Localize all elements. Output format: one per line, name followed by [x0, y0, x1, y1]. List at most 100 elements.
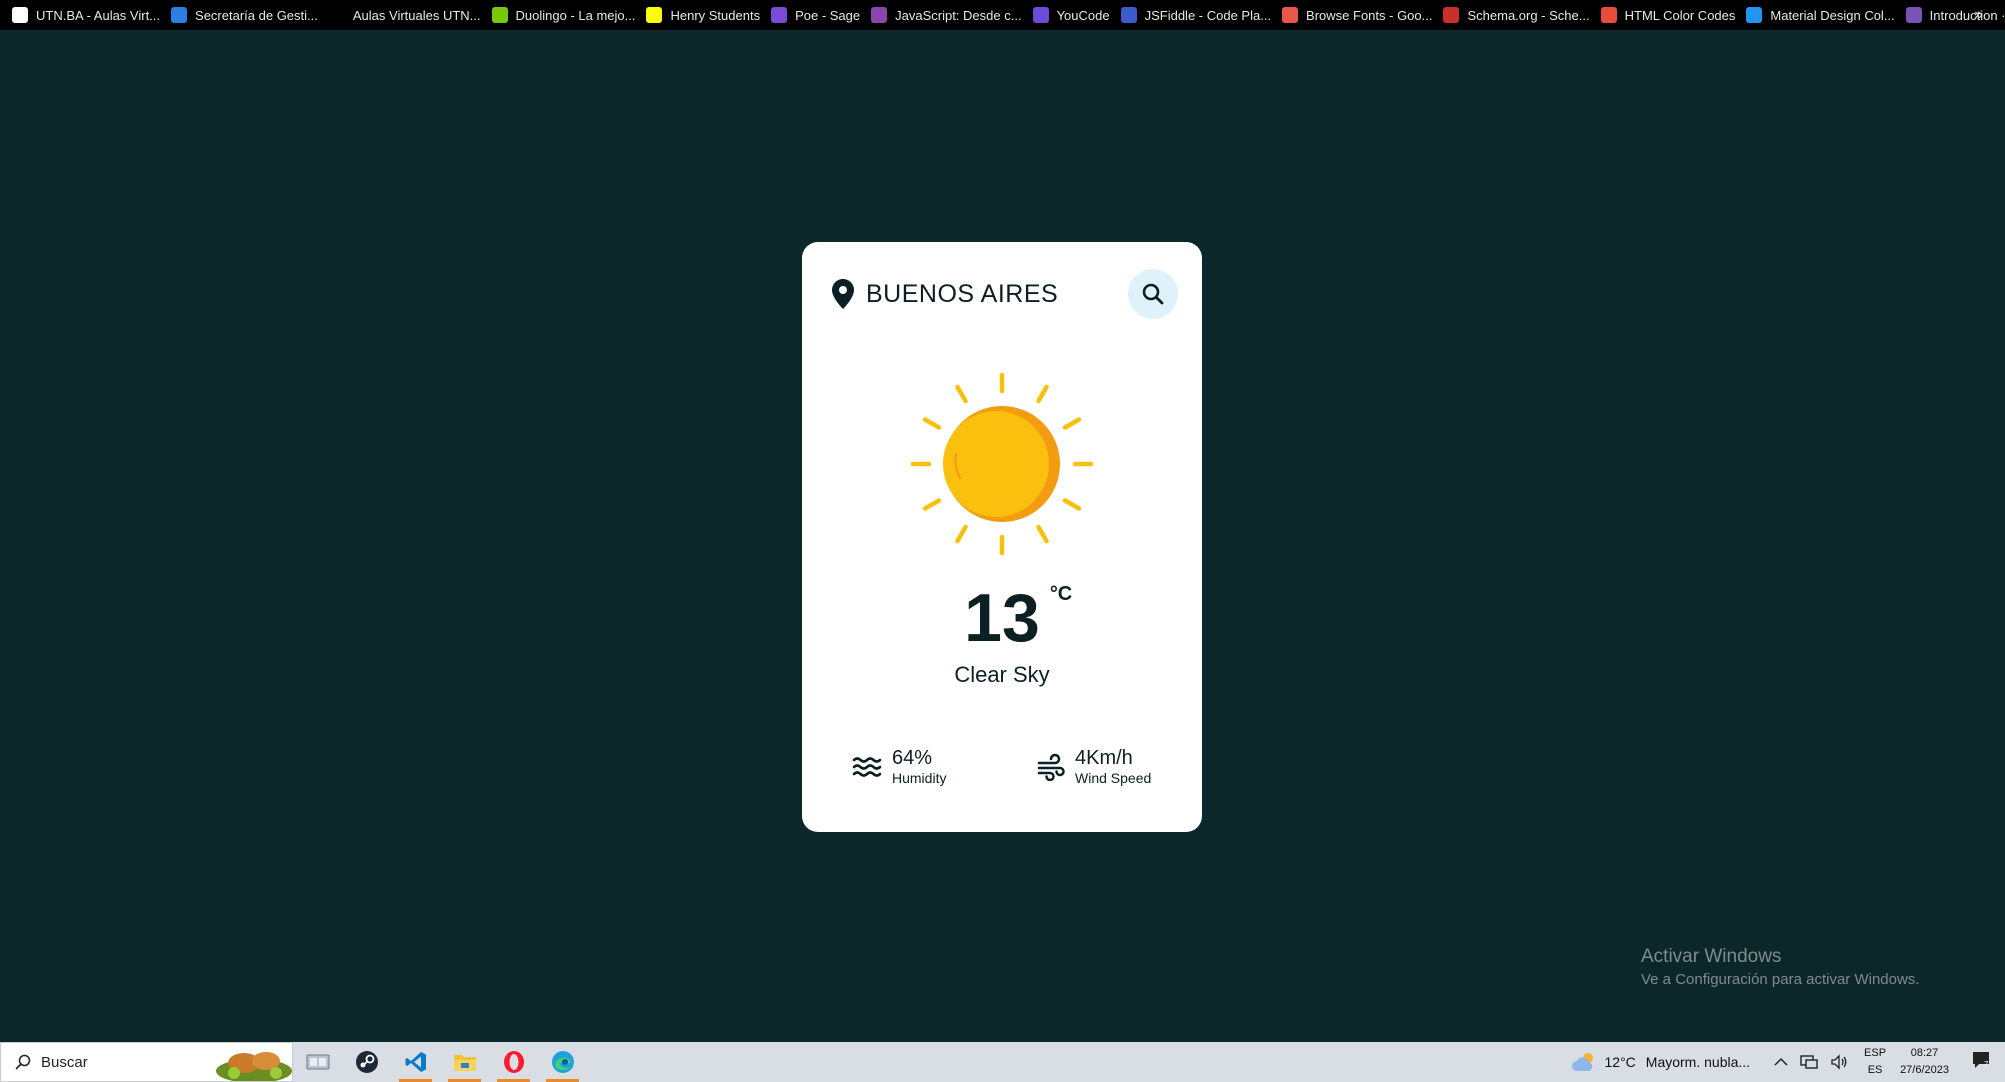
bookmark-item[interactable]: Aulas Virtuales UTN...	[328, 0, 492, 30]
task-view-icon	[306, 1054, 329, 1070]
bookmark-label: HTML Color Codes	[1624, 7, 1736, 23]
humidity-waves-icon	[852, 757, 882, 777]
notification-center-button[interactable]: 7	[1971, 1050, 1991, 1075]
bookmark-label: Secretaría de Gesti...	[195, 7, 318, 23]
tray-weather-text: Mayorm. nubla...	[1645, 1054, 1751, 1070]
taskbar-file-explorer[interactable]	[440, 1042, 489, 1082]
volume-button[interactable]	[1830, 1054, 1848, 1070]
bookmarks-overflow-icon[interactable]: »	[1974, 0, 1983, 30]
tray-weather-temp: 12°C	[1604, 1054, 1636, 1070]
taskbar-vscode[interactable]	[391, 1042, 440, 1082]
jsfiddle-icon	[1120, 7, 1137, 23]
bookmark-item[interactable]: Browse Fonts - Goo...	[1282, 0, 1443, 30]
bookmark-label: YouCode	[1056, 7, 1110, 23]
wind-label: Wind Speed	[1075, 770, 1152, 786]
bookmark-label: Material Design Col...	[1770, 7, 1895, 23]
watermark-title: Activar Windows	[1641, 946, 1782, 967]
poe-icon	[771, 7, 788, 23]
system-tray: 12°C Mayorm. nubla... ESP ES 08:27 27/6/…	[1571, 1042, 2005, 1082]
temperature-value: 13 °C	[964, 580, 1072, 656]
weather-card: BUENOS AIRES 13 °C Clear Sky 64% Humidit…	[802, 242, 1202, 832]
bookmark-item[interactable]: Introduction · Boots...	[1905, 0, 2005, 30]
notification-count: 7	[1984, 1060, 1989, 1069]
wind-icon	[1037, 753, 1065, 781]
task-view-button[interactable]	[293, 1042, 342, 1082]
bookmark-label: Schema.org - Sche...	[1467, 7, 1590, 23]
material-icon	[1746, 7, 1763, 23]
edge-icon	[551, 1051, 574, 1073]
show-hidden-icons-button[interactable]	[1774, 1057, 1788, 1067]
clock-date: 27/6/2023	[1900, 1064, 1949, 1076]
folder-icon	[453, 1055, 476, 1071]
taskbar-search[interactable]: Buscar	[0, 1042, 293, 1082]
weather-description: Clear Sky	[954, 662, 1050, 687]
google-fonts-icon	[1282, 7, 1299, 23]
watermark-subtitle: Ve a Configuración para activar Windows.	[1641, 971, 1920, 988]
bookmark-label: Browse Fonts - Goo...	[1306, 7, 1433, 23]
bookmark-label: Duolingo - La mejo...	[515, 7, 636, 23]
taskbar: Buscar 12°C Mayorm. nubla... ESP ES 08:2…	[0, 1042, 2005, 1082]
temperature-block: 13 °C	[802, 582, 1202, 654]
bookmark-label: JSFiddle - Code Pla...	[1144, 7, 1272, 23]
duolingo-icon	[491, 7, 508, 23]
bookmark-item[interactable]: Duolingo - La mejo...	[491, 0, 647, 30]
humidity-value: 64%	[892, 747, 933, 769]
bookmark-item[interactable]: UTN.BA - Aulas Virt...	[12, 0, 171, 30]
city-name: BUENOS AIRES	[866, 279, 1059, 308]
youcode-icon	[1032, 7, 1049, 23]
bookmark-label: Poe - Sage	[795, 7, 861, 23]
vscode-icon	[405, 1052, 426, 1072]
language-code: ESP	[1864, 1047, 1887, 1059]
network-button[interactable]	[1800, 1054, 1818, 1070]
bookmark-item[interactable]: Poe - Sage	[771, 0, 871, 30]
bookmark-item[interactable]: Henry Students	[646, 0, 771, 30]
bookmark-item[interactable]: HTML Color Codes	[1600, 0, 1747, 30]
taskbar-search-placeholder: Buscar	[41, 1053, 88, 1071]
bookmark-item[interactable]: JSFiddle - Code Pla...	[1120, 0, 1282, 30]
clock-time: 08:27	[1910, 1047, 1939, 1059]
input-language[interactable]: ESP ES	[1864, 1045, 1886, 1079]
bookmark-item[interactable]: YouCode	[1032, 0, 1121, 30]
speaker-icon	[1831, 1054, 1847, 1070]
taskbar-opera[interactable]	[489, 1042, 538, 1082]
clock[interactable]: 08:27 27/6/2023	[1900, 1045, 1949, 1079]
bookmark-label: Henry Students	[670, 7, 761, 23]
outlook-icon	[171, 7, 188, 23]
search-icon	[1142, 283, 1164, 305]
location-row: BUENOS AIRES	[832, 269, 1178, 319]
course-icon	[871, 7, 888, 23]
bookmark-label: Aulas Virtuales UTN...	[352, 7, 481, 23]
steam-icon	[355, 1051, 378, 1073]
keyboard-layout: ES	[1867, 1064, 1883, 1076]
activate-windows-watermark: Activar Windows Ve a Configuración para …	[1641, 944, 1919, 990]
bookmark-label: JavaScript: Desde c...	[895, 7, 1022, 23]
taskbar-edge[interactable]	[538, 1042, 587, 1082]
page-icon	[12, 7, 28, 23]
notification-icon: 7	[1973, 1051, 1989, 1069]
bookmark-label: UTN.BA - Aulas Virt...	[36, 7, 161, 23]
cloudy-icon	[1571, 1053, 1593, 1071]
bookmark-item[interactable]: Schema.org - Sche...	[1443, 0, 1600, 30]
network-icon	[1800, 1055, 1818, 1069]
search-icon	[15, 1054, 31, 1070]
bookmark-item[interactable]: Material Design Col...	[1746, 0, 1905, 30]
chevron-up-icon	[1774, 1057, 1788, 1066]
tray-weather-widget[interactable]: 12°C Mayorm. nubla...	[1571, 1051, 1751, 1073]
bootstrap-icon	[1905, 7, 1922, 23]
humidity-label: Humidity	[892, 770, 947, 786]
bookmark-label: Introduction · Boots...	[1929, 7, 2005, 23]
wind-value: 4Km/h	[1075, 747, 1133, 769]
bookmarks-bar: UTN.BA - Aulas Virt... Secretaría de Gest…	[0, 0, 2005, 30]
taskbar-steam[interactable]	[342, 1042, 391, 1082]
bookmark-item[interactable]: Secretaría de Gesti...	[171, 0, 329, 30]
sun-icon	[910, 372, 1094, 556]
temperature-unit: °C	[1049, 583, 1073, 605]
color-wheel-icon	[1600, 7, 1617, 23]
search-highlight-illustration	[216, 1052, 292, 1081]
temperature-number: 13	[964, 580, 1040, 656]
bookmark-item[interactable]: JavaScript: Desde c...	[871, 0, 1032, 30]
search-button[interactable]	[1128, 269, 1178, 319]
location-pin-icon	[832, 279, 854, 309]
opera-icon	[503, 1051, 524, 1073]
henry-icon	[646, 7, 663, 23]
